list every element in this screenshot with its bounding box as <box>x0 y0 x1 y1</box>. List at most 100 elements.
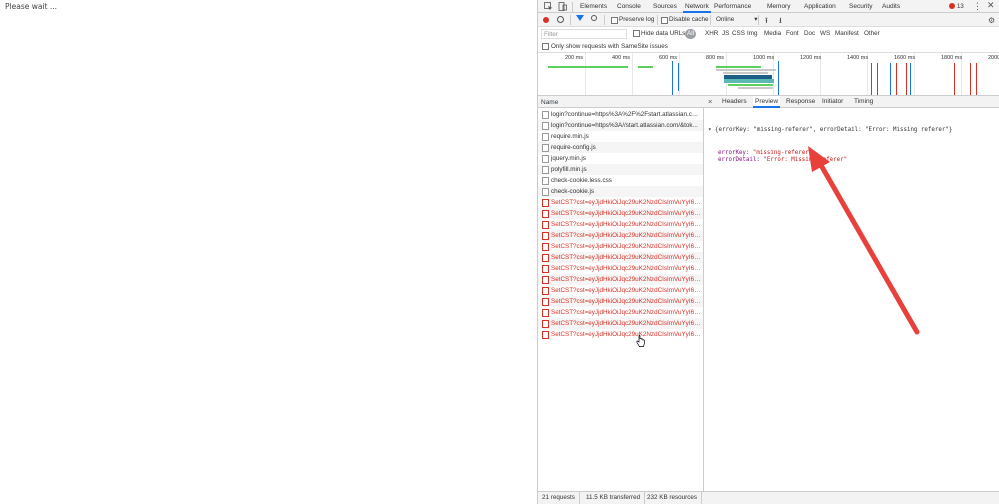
expand-triangle-icon[interactable]: ▾ <box>708 127 712 133</box>
tab-elements[interactable]: Elements <box>578 0 609 12</box>
tab-network[interactable]: Network <box>683 0 711 13</box>
request-name: jquery.min.js <box>551 155 586 162</box>
throttling-select[interactable]: Online ▾ <box>716 16 757 23</box>
detail-tab-preview[interactable]: Preview <box>753 96 781 108</box>
preview-summary[interactable]: ▾ {errorKey: "missing-referer", errorDet… <box>708 127 952 135</box>
request-name: SetCST?cst=eyJjdHkiOiJqc29uK2NzdCIsImVuY… <box>551 276 701 283</box>
timeline-gridline <box>679 53 680 95</box>
error-count-badge[interactable]: 13 <box>949 3 964 11</box>
request-name: login?continue=https%3A%2F%2Fstart.atlas… <box>551 111 701 118</box>
error-marker <box>976 63 977 95</box>
error-marker <box>877 63 878 95</box>
preview-field[interactable]: errorDetail: "Error: Missing referer" <box>708 157 952 165</box>
timeline-tick-label: 400 ms <box>612 55 631 61</box>
type-filter-xhr[interactable]: XHR <box>703 29 720 39</box>
type-filter-all[interactable]: All <box>685 29 696 39</box>
type-filter-manifest[interactable]: Manifest <box>833 29 861 39</box>
request-name: SetCST?cst=eyJjdHkiOiJqc29uK2NzdCIsImVuY… <box>551 210 701 217</box>
type-filter-media[interactable]: Media <box>762 29 783 39</box>
file-icon <box>542 155 549 163</box>
preserve-log-checkbox[interactable] <box>611 17 618 24</box>
network-toolbar: Preserve log Disable cache Online ▾ ⭱ ⭳ <box>538 13 999 27</box>
preview-value: "Error: Missing referer" <box>763 157 848 163</box>
request-row[interactable]: SetCST?cst=eyJjdHkiOiJqc29uK2NzdCIsImVuY… <box>538 230 703 241</box>
disable-cache-label: Disable cache <box>669 16 709 23</box>
settings-gear-icon[interactable]: ⚙ <box>988 16 995 25</box>
devtools-main-tabbar: Elements Console Sources Network Performance… <box>538 0 999 13</box>
request-row[interactable]: check-cookie.less.css <box>538 175 703 186</box>
timeline-tick-label: 600 ms <box>659 55 678 61</box>
samesite-checkbox[interactable] <box>542 43 549 50</box>
request-row[interactable]: login?continue=https%3A//start.atlassian… <box>538 120 703 131</box>
devtools-panel: Elements Console Sources Network Performance… <box>537 0 999 504</box>
request-row[interactable]: SetCST?cst=eyJjdHkiOiJqc29uK2NzdCIsImVuY… <box>538 252 703 263</box>
detail-tab-response[interactable]: Response <box>784 96 817 108</box>
request-row[interactable]: require-config.js <box>538 142 703 153</box>
request-row[interactable]: SetCST?cst=eyJjdHkiOiJqc29uK2NzdCIsImVuY… <box>538 307 703 318</box>
json-preview[interactable]: ▾ {errorKey: "missing-referer", errorDet… <box>708 112 952 180</box>
request-row[interactable]: SetCST?cst=eyJjdHkiOiJqc29uK2NzdCIsImVuY… <box>538 285 703 296</box>
filter-icon[interactable] <box>576 15 584 21</box>
type-filter-other[interactable]: Other <box>862 29 882 39</box>
file-icon <box>542 166 549 174</box>
network-summary-bar: 21 requests 11.5 KB transferred 232 KB r… <box>538 491 999 504</box>
filter-input[interactable]: Filter <box>541 29 627 39</box>
request-row[interactable]: jquery.min.js <box>538 153 703 164</box>
close-devtools-icon[interactable]: ✕ <box>987 0 995 11</box>
request-row[interactable]: SetCST?cst=eyJjdHkiOiJqc29uK2NzdCIsImVuY… <box>538 274 703 285</box>
hide-data-urls-checkbox[interactable] <box>633 30 640 37</box>
timeline-bar <box>638 66 653 68</box>
tab-memory[interactable]: Memory <box>765 0 792 12</box>
tab-security[interactable]: Security <box>847 0 874 12</box>
file-icon <box>542 199 549 207</box>
type-filter-doc[interactable]: Doc <box>802 29 817 39</box>
request-name: SetCST?cst=eyJjdHkiOiJqc29uK2NzdCIsImVuY… <box>551 232 701 239</box>
detail-tab-timing[interactable]: Timing <box>852 96 875 108</box>
timeline-tick-label: 1600 ms <box>894 55 916 61</box>
preview-value: "missing-referer" <box>752 149 813 156</box>
request-row[interactable]: SetCST?cst=eyJjdHkiOiJqc29uK2NzdCIsImVuY… <box>538 208 703 219</box>
tab-audits[interactable]: Audits <box>880 0 902 12</box>
request-row[interactable]: SetCST?cst=eyJjdHkiOiJqc29uK2NzdCIsImVuY… <box>538 296 703 307</box>
type-filter-font[interactable]: Font <box>784 29 801 39</box>
error-marker <box>954 63 955 95</box>
tab-console[interactable]: Console <box>615 0 643 12</box>
device-toolbar-icon[interactable] <box>558 2 567 11</box>
request-row[interactable]: SetCST?cst=eyJjdHkiOiJqc29uK2NzdCIsImVuY… <box>538 263 703 274</box>
hide-data-urls-label: Hide data URLs <box>641 30 686 37</box>
dom-content-loaded-marker <box>672 61 673 95</box>
request-row[interactable]: login?continue=https%3A%2F%2Fstart.atlas… <box>538 109 703 120</box>
detail-tab-initiator[interactable]: Initiator <box>820 96 845 108</box>
request-row[interactable]: SetCST?cst=eyJjdHkiOiJqc29uK2NzdCIsImVuY… <box>538 219 703 230</box>
disable-cache-checkbox[interactable] <box>661 17 668 24</box>
tab-performance[interactable]: Performance <box>712 0 753 12</box>
type-filter-ws[interactable]: WS <box>818 29 832 39</box>
file-icon <box>542 331 549 339</box>
request-row[interactable]: SetCST?cst=eyJjdHkiOiJqc29uK2NzdCIsImVuY… <box>538 329 703 340</box>
load-marker <box>910 63 911 95</box>
record-icon[interactable] <box>543 17 549 23</box>
request-row[interactable]: SetCST?cst=eyJjdHkiOiJqc29uK2NzdCIsImVuY… <box>538 241 703 252</box>
request-name: SetCST?cst=eyJjdHkiOiJqc29uK2NzdCIsImVuY… <box>551 298 701 305</box>
file-icon <box>542 144 549 152</box>
request-row[interactable]: SetCST?cst=eyJjdHkiOiJqc29uK2NzdCIsImVuY… <box>538 197 703 208</box>
close-detail-icon[interactable]: × <box>708 96 712 108</box>
error-marker <box>906 63 907 95</box>
network-overview-timeline[interactable]: 200 ms 400 ms 600 ms 800 ms 1000 ms 1200 ms 14… <box>538 53 999 96</box>
request-row[interactable]: require.min.js <box>538 131 703 142</box>
inspect-element-icon[interactable] <box>544 2 553 11</box>
type-filter-img[interactable]: Img <box>745 29 760 39</box>
name-column-header[interactable]: Name <box>538 96 704 108</box>
more-options-icon[interactable]: ⋮ <box>973 1 982 12</box>
detail-tab-headers[interactable]: Headers <box>720 96 749 108</box>
request-row[interactable]: SetCST?cst=eyJjdHkiOiJqc29uK2NzdCIsImVuY… <box>538 318 703 329</box>
tab-sources[interactable]: Sources <box>651 0 679 12</box>
preview-field[interactable]: errorKey: "missing-referer" <box>708 150 952 158</box>
search-icon[interactable] <box>591 15 597 21</box>
load-marker <box>890 63 891 95</box>
request-row[interactable]: check-cookie.js <box>538 186 703 197</box>
preview-key: errorDetail <box>718 157 757 163</box>
clear-icon[interactable] <box>557 16 564 23</box>
tab-application[interactable]: Application <box>802 0 838 12</box>
request-row[interactable]: polyfill.min.js <box>538 164 703 175</box>
